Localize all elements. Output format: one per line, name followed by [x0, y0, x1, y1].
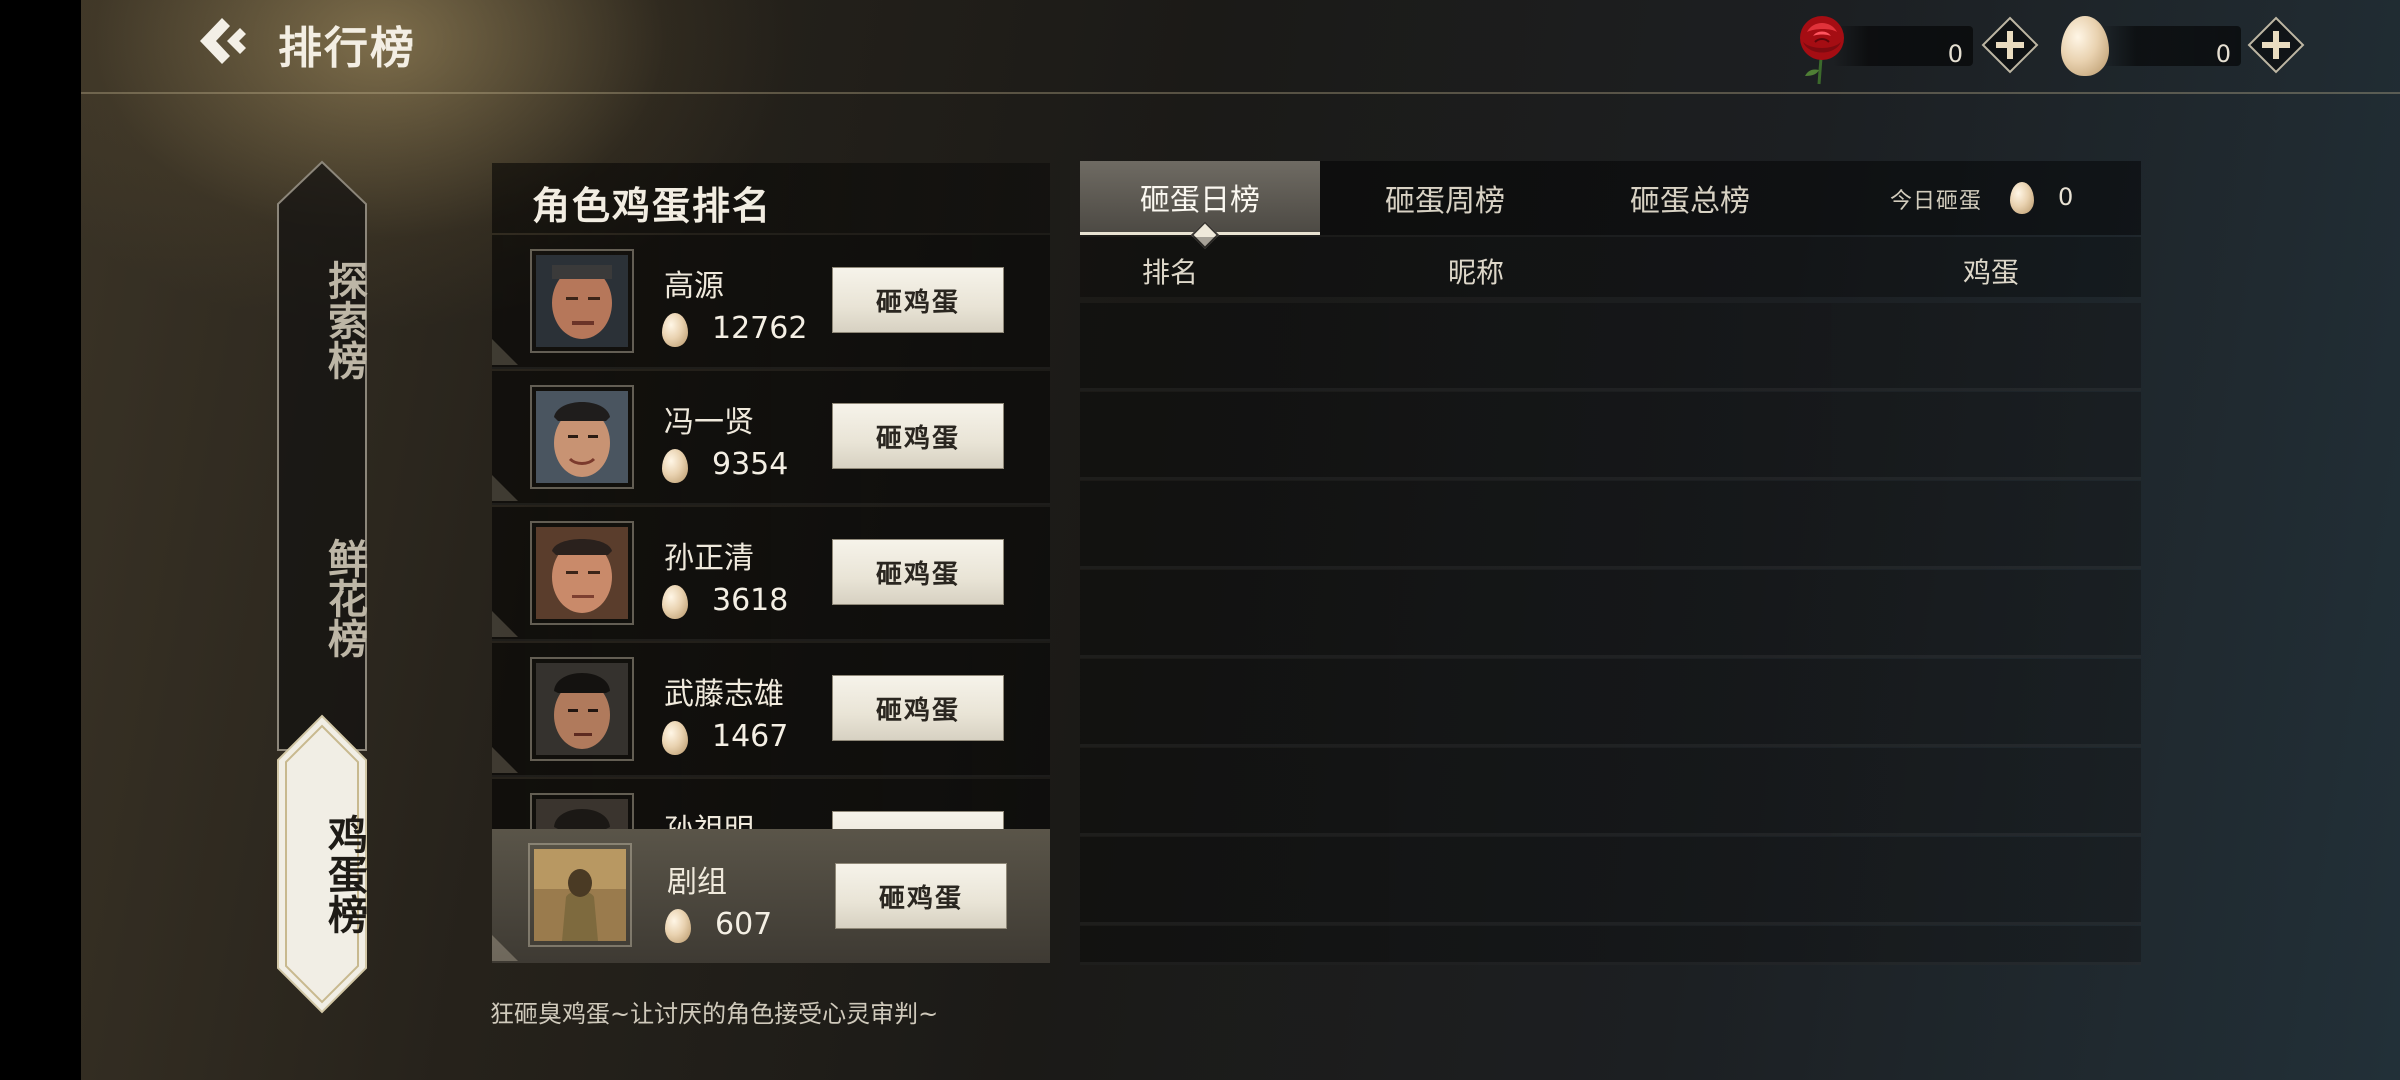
corner-decoration — [492, 339, 518, 365]
crew-rank-row: 剧组 607 砸鸡蛋 — [492, 829, 1050, 963]
nav-egg-rank[interactable]: 鸡蛋榜 — [276, 794, 368, 954]
today-smash-count: 0 — [2058, 183, 2074, 211]
rank-row: 孙正清 3618 砸鸡蛋 — [492, 507, 1050, 641]
empty-board-row — [1080, 837, 2141, 925]
avatar — [536, 799, 628, 829]
egg-count: 12762 — [712, 311, 808, 346]
nav-flower-rank[interactable]: 鲜花榜 — [276, 518, 368, 678]
egg-icon — [662, 585, 688, 619]
rank-panel-header: 角色鸡蛋排名 — [492, 163, 1050, 233]
add-rose-button[interactable] — [1981, 16, 2039, 74]
egg-icon — [2010, 182, 2034, 214]
role-egg-ranking-panel: 角色鸡蛋排名 高源 12762 砸鸡蛋 冯一贤 9354 砸鸡蛋 孙正清 361… — [492, 163, 1050, 965]
empty-board-row — [1080, 748, 2141, 836]
smash-egg-button[interactable]: 砸鸡蛋 — [832, 403, 1004, 469]
corner-decoration — [492, 935, 518, 961]
smash-egg-button[interactable]: 砸鸡蛋 — [832, 675, 1004, 741]
role-avatar-frame — [530, 657, 634, 761]
rank-row: 高源 12762 砸鸡蛋 — [492, 235, 1050, 369]
crew-avatar-frame — [528, 843, 632, 947]
tab-weekly[interactable]: 砸蛋周榜 — [1325, 161, 1565, 235]
role-name: 冯一贤 — [664, 405, 754, 440]
egg-count: 3618 — [712, 583, 789, 618]
role-avatar-frame — [530, 793, 634, 829]
empty-board-row — [1080, 926, 2141, 965]
app-screen: 排行榜 0 0 探索榜 鲜花榜 鸡蛋榜 角色鸡蛋排名 高源 12762 砸鸡蛋 … — [81, 0, 2400, 1080]
empty-board-row — [1080, 303, 2141, 391]
avatar — [536, 663, 628, 755]
rank-panel-title: 角色鸡蛋排名 — [532, 183, 773, 228]
egg-icon — [662, 721, 688, 755]
egg-count: 9354 — [712, 447, 789, 482]
role-name: 孙祖明 — [664, 805, 754, 829]
tagline: 狂砸臭鸡蛋~让讨厌的角色接受心灵审判~ — [490, 1000, 939, 1028]
plus-icon — [1981, 16, 2039, 74]
page-title: 排行榜 — [278, 23, 416, 74]
egg-icon — [2061, 16, 2109, 76]
rank-row: 孙祖明 砸鸡蛋 — [492, 779, 1050, 829]
egg-icon — [662, 449, 688, 483]
corner-decoration — [492, 611, 518, 637]
role-avatar-frame — [530, 385, 634, 489]
egg-count: 607 — [715, 907, 773, 942]
smash-egg-button[interactable]: 砸鸡蛋 — [832, 539, 1004, 605]
smash-egg-button[interactable]: 砸鸡蛋 — [832, 267, 1004, 333]
egg-count-pill: 0 — [2101, 26, 2241, 68]
egg-count: 0 — [2215, 40, 2231, 68]
empty-board-row — [1080, 481, 2141, 569]
role-avatar-frame — [530, 249, 634, 353]
avatar — [534, 849, 626, 941]
back-button[interactable] — [196, 14, 252, 68]
column-headers: 排名 昵称 鸡蛋 — [1080, 237, 2141, 297]
add-egg-button[interactable] — [2247, 16, 2305, 74]
role-rank-list[interactable]: 高源 12762 砸鸡蛋 冯一贤 9354 砸鸡蛋 孙正清 3618 砸鸡蛋 武… — [492, 235, 1050, 829]
column-header-nickname: 昵称 — [1448, 256, 1505, 289]
rose-count: 0 — [1947, 40, 1963, 68]
tab-total[interactable]: 砸蛋总榜 — [1570, 161, 1810, 235]
rose-icon — [1800, 16, 1844, 85]
smash-egg-button[interactable]: 砸鸡蛋 — [835, 863, 1007, 929]
empty-board-row — [1080, 659, 2141, 747]
empty-board-row — [1080, 570, 2141, 658]
tabs-bar: 砸蛋日榜 砸蛋周榜 砸蛋总榜 今日砸蛋 0 — [1080, 161, 2141, 250]
double-chevron-left-icon — [200, 18, 246, 64]
leaderboard-side-nav: 探索榜 鲜花榜 鸡蛋榜 — [276, 160, 368, 1020]
corner-decoration — [492, 475, 518, 501]
egg-icon — [665, 909, 691, 943]
role-name: 高源 — [664, 269, 724, 304]
role-name: 武藤志雄 — [664, 677, 784, 712]
nav-explore-rank[interactable]: 探索榜 — [276, 240, 368, 400]
egg-currency: 0 — [2061, 16, 2381, 76]
role-name: 孙正清 — [664, 541, 754, 576]
rank-row: 冯一贤 9354 砸鸡蛋 — [492, 371, 1050, 505]
egg-icon — [662, 313, 688, 347]
column-header-eggs: 鸡蛋 — [1963, 256, 2020, 289]
empty-board-row — [1080, 392, 2141, 480]
corner-decoration — [492, 747, 518, 773]
avatar — [536, 527, 628, 619]
top-bar: 排行榜 0 0 — [81, 0, 2400, 94]
role-avatar-frame — [530, 521, 634, 625]
today-smash-label: 今日砸蛋 — [1890, 189, 1983, 214]
rank-row: 武藤志雄 1467 砸鸡蛋 — [492, 643, 1050, 777]
column-header-rank: 排名 — [1142, 256, 1199, 289]
avatar — [536, 255, 628, 347]
egg-smash-leaderboard: 砸蛋日榜 砸蛋周榜 砸蛋总榜 今日砸蛋 0 排名 昵称 鸡蛋 — [1080, 161, 2141, 965]
smash-egg-button[interactable]: 砸鸡蛋 — [832, 811, 1004, 829]
avatar — [536, 391, 628, 483]
egg-count: 1467 — [712, 719, 789, 754]
role-name: 剧组 — [667, 865, 727, 900]
plus-icon — [2247, 16, 2305, 74]
